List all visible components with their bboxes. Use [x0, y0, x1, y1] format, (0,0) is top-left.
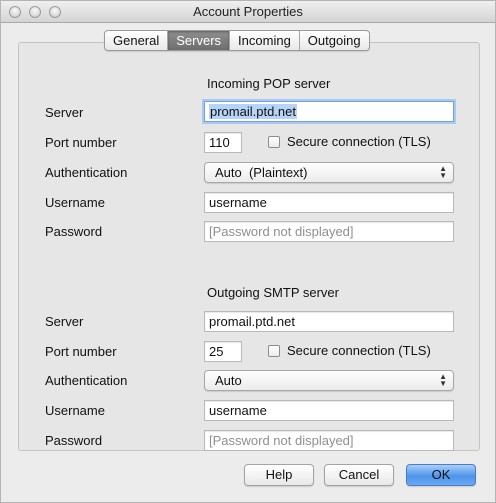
outgoing-username-label: Username: [45, 403, 105, 418]
account-properties-window: Account Properties General Servers Incom…: [0, 0, 496, 503]
incoming-auth-popup[interactable]: Auto (Plaintext) ▲ ▼: [204, 162, 454, 183]
incoming-secure-label[interactable]: Secure connection (TLS): [287, 134, 431, 149]
incoming-username-label: Username: [45, 195, 105, 210]
outgoing-password-label: Password: [45, 433, 103, 448]
incoming-password-label: Password: [45, 224, 103, 239]
cancel-button[interactable]: Cancel: [324, 464, 394, 486]
incoming-auth-value: Auto (Plaintext): [215, 165, 308, 180]
title-bar: Account Properties: [1, 1, 495, 23]
incoming-username-input[interactable]: username: [204, 192, 454, 213]
tab-incoming[interactable]: Incoming: [230, 31, 300, 50]
ok-button[interactable]: OK: [406, 464, 476, 486]
outgoing-auth-value: Auto: [215, 373, 242, 388]
incoming-auth-label: Authentication: [45, 165, 128, 180]
incoming-section-title: Incoming POP server: [207, 76, 331, 91]
help-button[interactable]: Help: [244, 464, 314, 486]
incoming-port-label: Port number: [45, 135, 117, 150]
up-down-chevron-icon: ▲ ▼: [439, 372, 447, 388]
outgoing-username-input[interactable]: username: [204, 400, 454, 421]
incoming-server-input[interactable]: promail.ptd.net: [204, 101, 454, 122]
incoming-server-value: promail.ptd.net: [209, 104, 297, 119]
tab-general[interactable]: General: [105, 31, 169, 50]
outgoing-port-label: Port number: [45, 344, 117, 359]
tab-servers[interactable]: Servers: [168, 31, 231, 50]
incoming-server-label: Server: [45, 105, 84, 120]
up-down-chevron-icon: ▲ ▼: [439, 164, 447, 180]
outgoing-secure-label[interactable]: Secure connection (TLS): [287, 343, 431, 358]
outgoing-section-title: Outgoing SMTP server: [207, 285, 339, 300]
outgoing-server-label: Server: [45, 314, 84, 329]
incoming-secure-checkbox[interactable]: [268, 136, 280, 148]
incoming-port-input[interactable]: 110: [204, 132, 242, 153]
incoming-password-input[interactable]: [Password not displayed]: [204, 221, 454, 242]
outgoing-server-input[interactable]: promail.ptd.net: [204, 311, 454, 332]
window-title: Account Properties: [193, 4, 303, 19]
outgoing-auth-popup[interactable]: Auto ▲ ▼: [204, 370, 454, 391]
outgoing-auth-label: Authentication: [45, 373, 128, 388]
tab-bar: General Servers Incoming Outgoing: [104, 30, 370, 51]
outgoing-password-input[interactable]: [Password not displayed]: [204, 430, 454, 451]
outgoing-secure-checkbox[interactable]: [268, 345, 280, 357]
tab-outgoing[interactable]: Outgoing: [300, 31, 369, 50]
outgoing-port-input[interactable]: 25: [204, 341, 242, 362]
